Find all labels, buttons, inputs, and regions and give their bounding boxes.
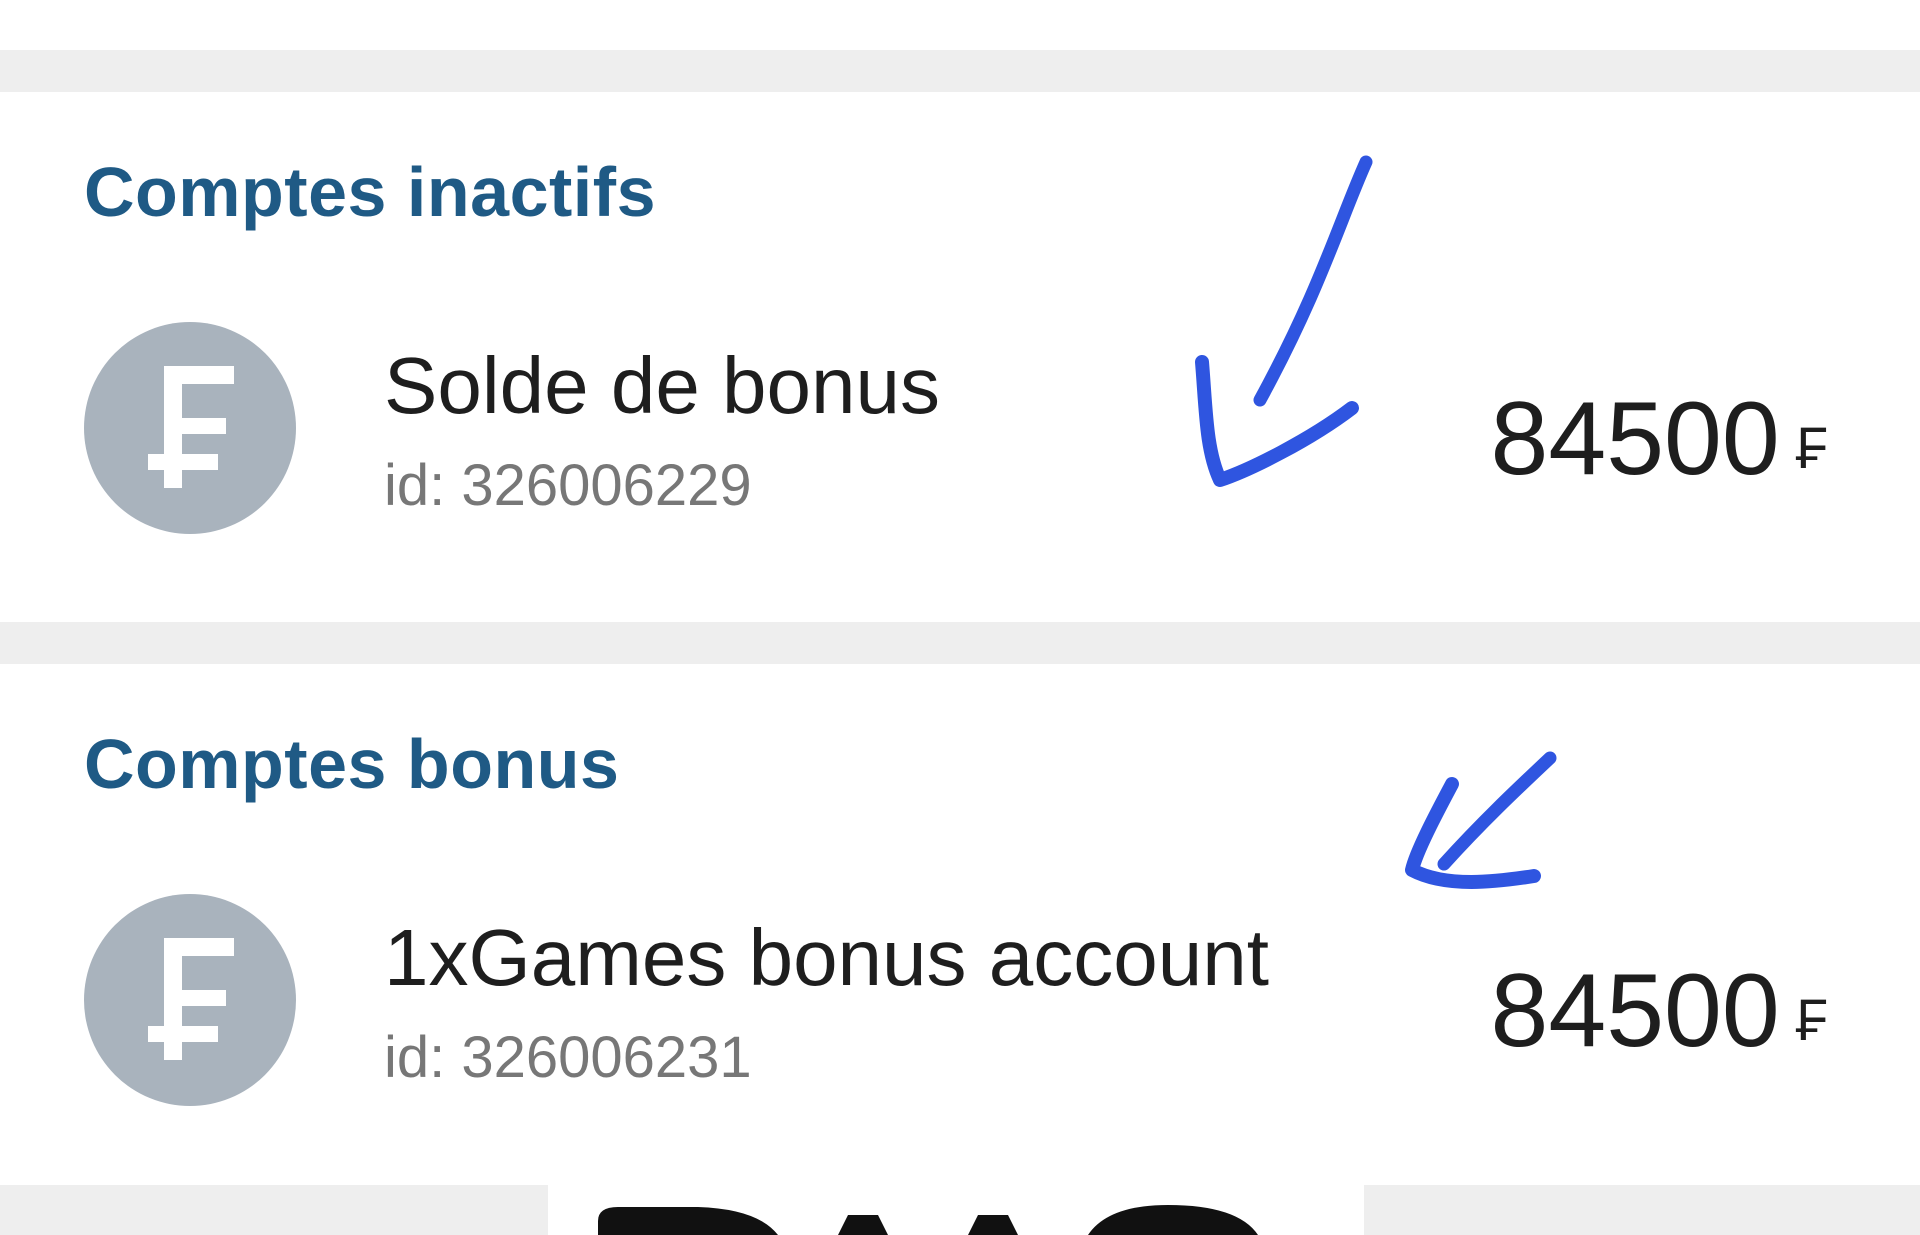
- section-title: Comptes bonus: [84, 725, 620, 803]
- top-divider: [0, 50, 1920, 92]
- inactive-accounts-section: Comptes inactifs Solde de bonus id: 3260…: [0, 92, 1920, 622]
- account-row-bonus-balance[interactable]: Solde de bonus id: 326006229 84500 ₣: [0, 322, 1920, 542]
- franc-sign-icon: [84, 322, 296, 534]
- account-balance: 84500 ₣: [1491, 380, 1828, 499]
- balance-amount: 84500: [1490, 381, 1780, 497]
- accounts-screen: Comptes inactifs Solde de bonus id: 3260…: [0, 0, 1920, 1235]
- currency-symbol: ₣: [1795, 988, 1828, 1053]
- section-title: Comptes inactifs: [84, 153, 656, 231]
- currency-symbol: ₣: [1795, 416, 1828, 481]
- franc-sign-icon: [84, 894, 296, 1106]
- account-id: id: 326006229: [384, 453, 752, 518]
- section-divider: [0, 622, 1920, 664]
- account-id: id: 326006231: [384, 1025, 752, 1090]
- account-name: Solde de bonus: [384, 341, 941, 430]
- account-row-1xgames-bonus[interactable]: 1xGames bonus account id: 326006231 8450…: [0, 894, 1920, 1114]
- cropped-banner: [548, 1185, 1364, 1235]
- balance-amount: 84500: [1490, 953, 1780, 1069]
- bonus-accounts-section: Comptes bonus 1xGames bonus account id: …: [0, 664, 1920, 1185]
- account-name: 1xGames bonus account: [384, 913, 1269, 1002]
- account-balance: 84500 ₣: [1491, 952, 1828, 1071]
